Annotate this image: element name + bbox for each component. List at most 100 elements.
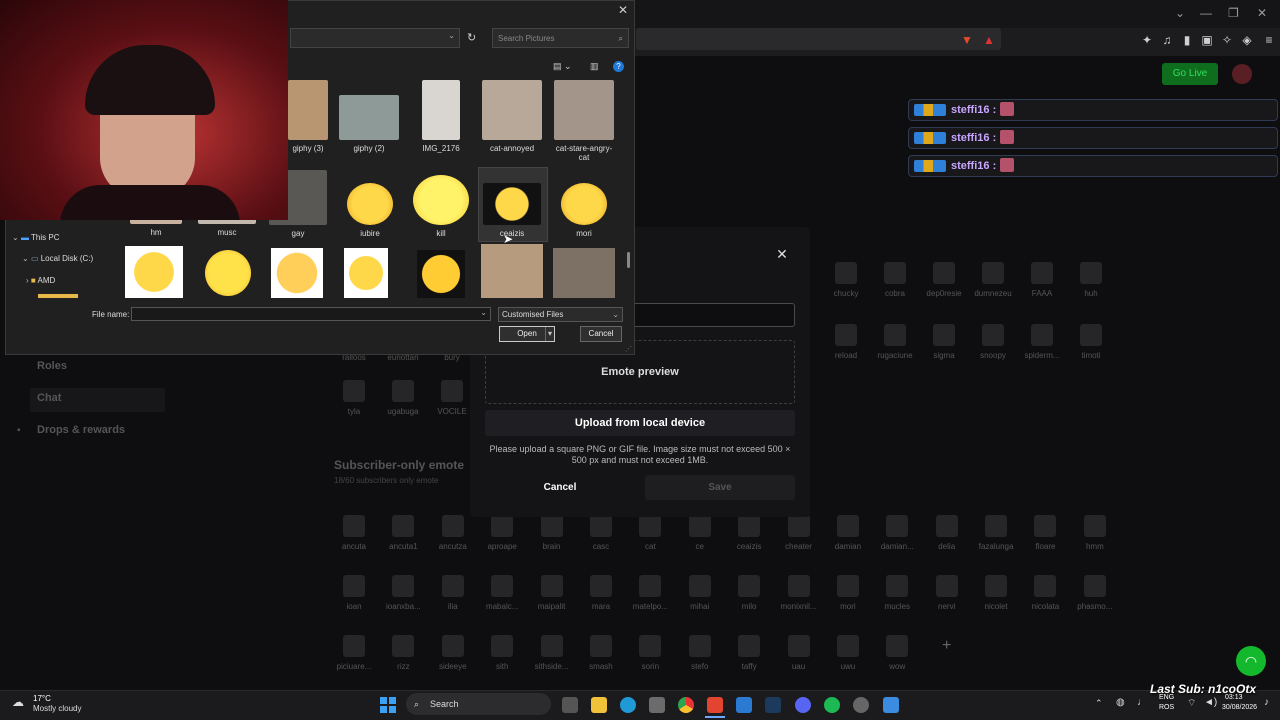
extensions-icon[interactable]: ✦	[1140, 33, 1154, 47]
help-chat-icon[interactable]: ◠	[1236, 646, 1266, 676]
list-item[interactable]: cheater	[779, 515, 819, 551]
list-item[interactable]: cobra	[875, 262, 915, 298]
spotify-icon[interactable]	[824, 697, 840, 713]
list-item[interactable]: taffy	[729, 635, 769, 671]
list-item[interactable]: uwu	[828, 635, 868, 671]
file-thumbnail[interactable]: giphy (3)	[288, 80, 328, 153]
tree-item-amd[interactable]: › ■ AMD	[26, 276, 55, 285]
avatar[interactable]	[1232, 64, 1252, 84]
maximize-button[interactable]: ❐	[1228, 6, 1239, 20]
list-item[interactable]: mabalc...	[482, 575, 522, 611]
list-item[interactable]: ceaizis	[729, 515, 769, 551]
store-icon[interactable]	[649, 697, 665, 713]
windows-start-icon[interactable]	[380, 697, 396, 713]
list-item[interactable]: matelpo...	[630, 575, 670, 611]
list-item[interactable]: FAAA	[1022, 262, 1062, 298]
list-item[interactable]: nicolata	[1025, 575, 1065, 611]
list-item[interactable]: sithside...	[532, 635, 572, 671]
open-button[interactable]: Open ▾	[499, 326, 555, 342]
list-item[interactable]: ioanxba...	[383, 575, 423, 611]
tab-search-icon[interactable]: ⌄	[1175, 6, 1185, 20]
list-item[interactable]: wow	[877, 635, 917, 671]
list-item[interactable]: phasmo...	[1075, 575, 1115, 611]
microphone-icon[interactable]: ♩	[1137, 697, 1147, 708]
weather-temperature[interactable]: 17°C	[33, 694, 51, 703]
obs-icon[interactable]	[853, 697, 869, 713]
taskbar-search[interactable]: ⌕ Search	[406, 693, 551, 715]
list-item[interactable]: sigma	[924, 324, 964, 360]
file-thumbnail[interactable]: cat-annoyed	[481, 80, 543, 153]
notification-bell-icon[interactable]: ♪	[1264, 697, 1269, 708]
list-item[interactable]: floare	[1025, 515, 1065, 551]
list-item[interactable]: mara	[581, 575, 621, 611]
list-item[interactable]: smash	[581, 635, 621, 671]
chevron-down-icon[interactable]: ⌄	[480, 308, 487, 317]
tree-item-local-disk[interactable]: ⌄ ▭ Local Disk (C:)	[22, 254, 93, 263]
list-item[interactable]: casc	[581, 515, 621, 551]
leo-icon[interactable]: ✧	[1220, 33, 1234, 47]
file-thumbnail[interactable]	[205, 250, 251, 296]
file-name-input[interactable]: ⌄	[131, 307, 491, 321]
list-item[interactable]: ancuta1	[383, 515, 423, 551]
vscode-icon[interactable]	[736, 697, 752, 713]
list-item[interactable]: sideeye	[433, 635, 473, 671]
list-item[interactable]: rugaciune	[875, 324, 915, 360]
close-icon[interactable]: ✕	[775, 247, 789, 261]
window-close-button[interactable]: ✕	[1257, 6, 1267, 20]
file-thumbnail[interactable]	[125, 246, 183, 298]
chevron-up-icon[interactable]: ⌃	[1095, 698, 1103, 709]
file-thumbnail[interactable]	[271, 248, 323, 298]
list-item[interactable]: aproape	[482, 515, 522, 551]
list-item[interactable]: delia	[927, 515, 967, 551]
clock-date[interactable]: 30/08/2026	[1222, 704, 1257, 711]
save-button[interactable]: Save	[645, 475, 795, 500]
refresh-icon[interactable]: ↻	[467, 31, 476, 44]
discord-icon[interactable]	[795, 697, 811, 713]
list-item[interactable]: huh	[1071, 262, 1111, 298]
menu-icon[interactable]: ≡	[1262, 33, 1276, 47]
sidebar-item-chat[interactable]: Chat	[37, 392, 61, 404]
file-thumbnail[interactable]	[481, 244, 543, 298]
vpn-icon[interactable]: ◈	[1240, 33, 1254, 47]
language-indicator[interactable]: ENG	[1159, 694, 1174, 701]
minimize-button[interactable]: —	[1200, 6, 1212, 20]
list-item[interactable]: ancuta	[334, 515, 374, 551]
file-thumbnail[interactable]: cat-stare-angry-cat	[551, 80, 617, 162]
list-item[interactable]: mucles	[877, 575, 917, 611]
list-item[interactable]: cat	[630, 515, 670, 551]
chevron-down-icon[interactable]: ⌄	[448, 31, 455, 40]
file-thumbnail[interactable]	[553, 248, 615, 298]
list-item[interactable]: monixnil...	[779, 575, 819, 611]
list-item[interactable]: sorin	[630, 635, 670, 671]
brave-shield-icon[interactable]: ▼	[960, 33, 974, 47]
dialog-close-button[interactable]: ✕	[618, 3, 628, 17]
list-item[interactable]: milo	[729, 575, 769, 611]
list-item[interactable]: VOCILE	[432, 380, 472, 416]
list-item[interactable]: nervi	[927, 575, 967, 611]
list-item[interactable]: damian	[828, 515, 868, 551]
weather-description[interactable]: Mostly cloudy	[33, 704, 81, 713]
list-item[interactable]: ugabuga	[383, 380, 423, 416]
list-item[interactable]: nicolet	[976, 575, 1016, 611]
list-item[interactable]: stefo	[680, 635, 720, 671]
list-item[interactable]: sith	[482, 635, 522, 671]
list-item[interactable]: dumnezeu	[973, 262, 1013, 298]
list-item[interactable]: ilia	[433, 575, 473, 611]
list-item[interactable]: uau	[779, 635, 819, 671]
upload-local-button[interactable]: Upload from local device	[485, 410, 795, 436]
file-type-select[interactable]: Customised Files ⌄	[498, 307, 623, 322]
file-explorer-icon[interactable]	[591, 697, 607, 713]
address-bar[interactable]	[636, 28, 1001, 50]
edge-icon[interactable]	[620, 697, 636, 713]
file-thumbnail[interactable]: IMG_2176	[421, 80, 461, 153]
list-item[interactable]: timoti	[1071, 324, 1111, 360]
add-emote-button[interactable]: +	[927, 635, 967, 671]
list-item[interactable]: mihai	[680, 575, 720, 611]
search-input[interactable]: Search Pictures ⌕	[492, 28, 629, 48]
file-thumbnail-selected[interactable]: ceaizis	[481, 183, 543, 238]
brave-rewards-icon[interactable]: ▲	[982, 33, 996, 47]
wifi-icon[interactable]: ⌔	[1187, 697, 1196, 710]
file-thumbnail[interactable]: iubire	[341, 183, 399, 238]
preview-pane-icon[interactable]: ▥	[590, 61, 599, 72]
list-item[interactable]: spiderm...	[1022, 324, 1062, 360]
